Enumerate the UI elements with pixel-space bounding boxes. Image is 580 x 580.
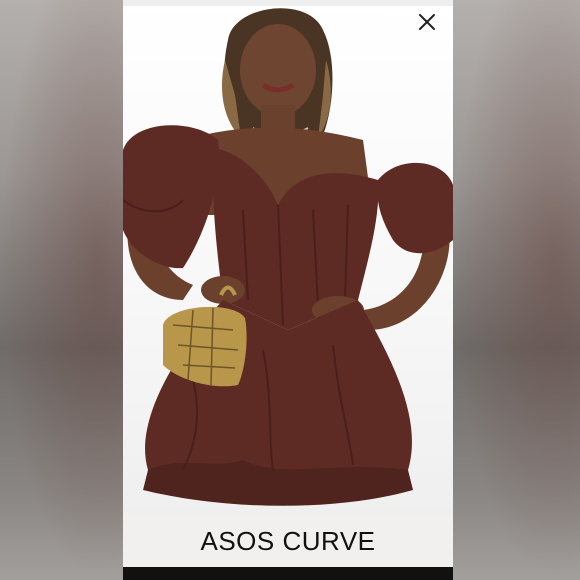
brand-caption-bar: ASOS CURVE <box>123 515 453 567</box>
phone-screen: ASOS CURVE <box>123 0 453 580</box>
close-icon <box>419 14 435 30</box>
right-blurred-background <box>453 0 580 580</box>
product-photo <box>123 0 453 515</box>
left-blurred-background <box>0 0 123 580</box>
close-button[interactable] <box>417 12 437 32</box>
model-illustration <box>123 8 453 506</box>
brand-caption: ASOS CURVE <box>200 525 376 556</box>
bottom-edge <box>123 567 453 580</box>
status-bar <box>123 0 453 6</box>
